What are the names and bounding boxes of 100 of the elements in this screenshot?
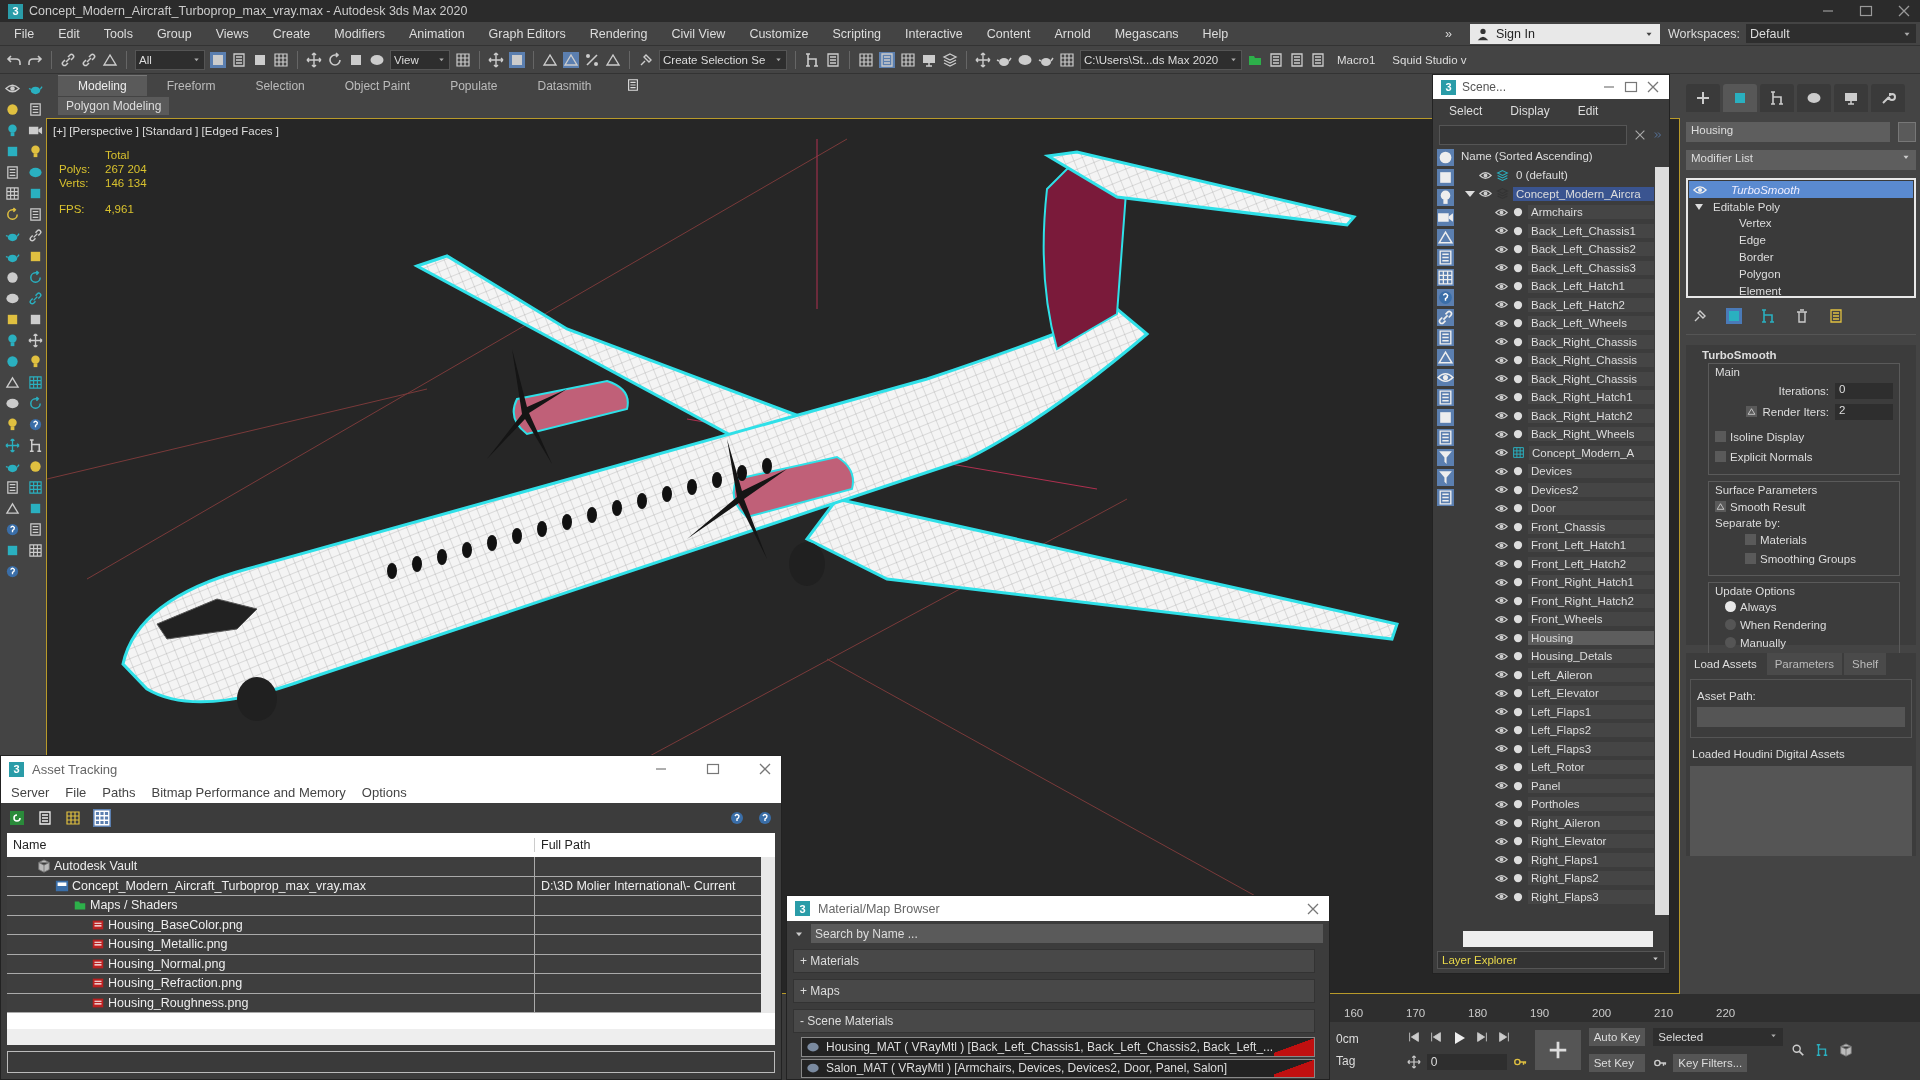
column-header[interactable]: Name: [7, 838, 535, 852]
key-mode-dropdown[interactable]: Selected: [1653, 1028, 1784, 1046]
group-header[interactable]: - Scene Materials: [793, 1009, 1315, 1034]
coordinate-system-dropdown[interactable]: View: [390, 49, 450, 70]
tree-item[interactable]: Back_Right_Hatch1: [1528, 390, 1654, 405]
list-icon[interactable]: [27, 521, 43, 537]
move-icon[interactable]: [488, 51, 504, 68]
help-icon[interactable]: [1436, 289, 1454, 306]
grid-icon[interactable]: [1059, 51, 1075, 68]
command-panel-tab[interactable]: [1797, 84, 1831, 112]
search-field[interactable]: Search by Name ...: [811, 924, 1323, 944]
expand-sign[interactable]: +: [800, 954, 807, 969]
hierarchy-icon[interactable]: [27, 437, 43, 453]
tree-item[interactable]: Devices2: [1528, 482, 1654, 497]
checkbox[interactable]: [1715, 501, 1726, 512]
grid-icon[interactable]: [65, 810, 81, 826]
material-item[interactable]: Housing_MAT ( VRayMtl ) [Back_Left_Chassis1, Back_Left_Chassis2, Back_Left_...: [801, 1037, 1315, 1057]
hierarchy-icon[interactable]: [1815, 1043, 1830, 1057]
link-icon[interactable]: [81, 51, 97, 68]
command-panel-tab[interactable]: [1760, 84, 1794, 112]
tree-item[interactable]: Right_Aileron: [1528, 815, 1654, 830]
asset-name[interactable]: Maps / Shaders: [90, 898, 178, 913]
triangle-icon[interactable]: [1436, 349, 1454, 366]
camera-icon[interactable]: [1436, 209, 1454, 226]
radio-button[interactable]: [1725, 601, 1736, 612]
ribbon-tab[interactable]: Object Paint: [324, 76, 431, 96]
list-icon[interactable]: [879, 51, 895, 68]
menu-item[interactable]: Bitmap Performance and Memory: [151, 785, 346, 800]
triangle-icon[interactable]: [563, 51, 579, 68]
eye-icon[interactable]: [1436, 369, 1454, 386]
menu-item[interactable]: Scripting: [822, 26, 896, 41]
scrollbar[interactable]: [1463, 931, 1653, 947]
menu-item[interactable]: Paths: [102, 785, 136, 800]
close-icon[interactable]: [1645, 79, 1661, 95]
layers-icon[interactable]: [942, 51, 958, 68]
list-icon[interactable]: [27, 101, 43, 117]
help-icon[interactable]: [757, 810, 773, 826]
modifier-item[interactable]: Editable Poly: [1707, 200, 1781, 213]
menu-item[interactable]: File: [65, 785, 87, 800]
tree-item[interactable]: Front_Right_Hatch2: [1528, 593, 1654, 608]
tree-item[interactable]: Left_Flaps2: [1528, 723, 1654, 738]
project-path-dropdown[interactable]: C:\Users\St...ds Max 2020: [1080, 49, 1242, 70]
menu-item[interactable]: File: [4, 26, 49, 41]
percent-icon[interactable]: [584, 51, 600, 68]
help-icon[interactable]: [4, 521, 20, 537]
move-icon[interactable]: [27, 332, 43, 348]
asset-name[interactable]: Autodesk Vault: [54, 859, 138, 874]
expand-sign[interactable]: +: [800, 984, 807, 999]
help-icon[interactable]: [27, 416, 43, 432]
menu-item[interactable]: Server: [11, 785, 50, 800]
checkbox[interactable]: [1745, 553, 1756, 564]
tree-item[interactable]: Back_Right_Wheels: [1528, 427, 1654, 442]
maximize-icon[interactable]: [705, 761, 721, 777]
grid-icon[interactable]: [27, 542, 43, 558]
scrollbar[interactable]: [7, 1029, 775, 1045]
menu-overflow[interactable]: »: [1435, 26, 1462, 41]
asset-name[interactable]: Housing_Metallic.png: [108, 937, 228, 952]
move-icon[interactable]: [1406, 1055, 1421, 1069]
ribbon-tab[interactable]: Selection: [235, 76, 325, 96]
list-icon[interactable]: [1268, 51, 1284, 68]
column-header[interactable]: Full Path: [535, 838, 761, 852]
move-icon[interactable]: [975, 51, 991, 68]
list-icon[interactable]: [231, 51, 247, 68]
asset-name[interactable]: Housing_Refraction.png: [108, 976, 243, 991]
menu-item[interactable]: Civil View: [661, 26, 740, 41]
triangle-icon[interactable]: [4, 500, 20, 516]
group-header[interactable]: + Maps: [793, 979, 1315, 1004]
selection-filter-dropdown[interactable]: All: [135, 49, 205, 70]
render-iters-spinner[interactable]: 2: [1835, 403, 1893, 420]
list-icon[interactable]: [625, 78, 640, 92]
list-icon[interactable]: [4, 164, 20, 180]
menu-item[interactable]: Graph Editors: [478, 26, 580, 41]
layer-item[interactable]: Concept_Modern_Aircra: [1513, 186, 1654, 201]
list-icon[interactable]: [27, 206, 43, 222]
tree-item[interactable]: Portholes: [1528, 797, 1654, 812]
skip-back-icon[interactable]: [1428, 1030, 1443, 1044]
tree-item[interactable]: Front_Left_Hatch2: [1528, 556, 1654, 571]
tree-item[interactable]: Left_Flaps3: [1528, 741, 1654, 756]
list-icon[interactable]: [1436, 429, 1454, 446]
menu-item[interactable]: Create: [262, 26, 325, 41]
auto-key-button[interactable]: Auto Key: [1588, 1028, 1646, 1046]
triangle-icon[interactable]: [102, 51, 118, 68]
pin-icon[interactable]: [1692, 308, 1708, 324]
tree-item[interactable]: Back_Right_Chassis: [1528, 334, 1654, 349]
tree-item[interactable]: Back_Right_Chassis: [1528, 371, 1654, 386]
triangle-icon[interactable]: [542, 51, 558, 68]
rotate-icon[interactable]: [27, 395, 43, 411]
square-icon[interactable]: [210, 51, 226, 68]
help-icon[interactable]: [729, 810, 745, 826]
layer-explorer-dropdown[interactable]: Layer Explorer: [1437, 951, 1665, 969]
hierarchy-icon[interactable]: [804, 51, 820, 68]
menu-item[interactable]: Megascans: [1104, 26, 1193, 41]
filter-icon[interactable]: [1436, 449, 1454, 466]
tree-item[interactable]: Armchairs: [1528, 205, 1654, 220]
panel-tab[interactable]: Shelf: [1844, 653, 1887, 675]
command-panel-tab[interactable]: [1871, 84, 1905, 112]
grid-icon[interactable]: [1436, 269, 1454, 286]
tree-item[interactable]: Housing_Detals: [1528, 649, 1654, 664]
menu-item[interactable]: Views: [205, 26, 263, 41]
light-bulb-icon[interactable]: [1436, 189, 1454, 206]
